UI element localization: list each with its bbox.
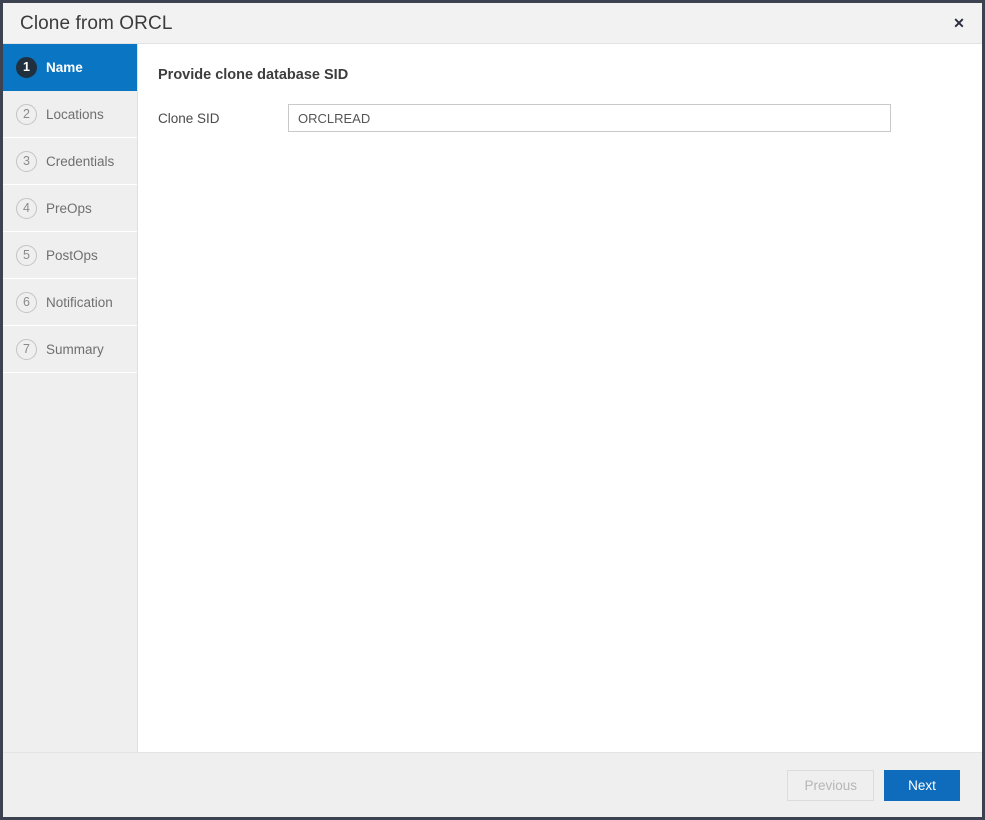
sidebar-step-postops[interactable]: 5 PostOps [3, 232, 137, 279]
sidebar-step-preops[interactable]: 4 PreOps [3, 185, 137, 232]
step-label: Locations [46, 106, 104, 122]
step-number-badge: 1 [16, 56, 37, 78]
step-number-badge: 5 [16, 244, 37, 266]
step-label: PostOps [46, 247, 98, 263]
sidebar-step-summary[interactable]: 7 Summary [3, 326, 137, 373]
sidebar-step-name[interactable]: 1 Name [3, 44, 137, 91]
sidebar-step-credentials[interactable]: 3 Credentials [3, 138, 137, 185]
clone-sid-label: Clone SID [158, 110, 220, 126]
wizard-content-panel: Provide clone database SID Clone SID [138, 44, 982, 752]
clone-sid-input[interactable] [288, 104, 891, 132]
dialog-titlebar: Clone from ORCL ✕ [3, 3, 982, 44]
previous-button[interactable]: Previous [787, 769, 874, 801]
dialog-title: Clone from ORCL [20, 12, 173, 34]
content-heading: Provide clone database SID [158, 67, 349, 83]
step-label: Notification [46, 294, 113, 310]
dialog-body: 1 Name 2 Locations 3 Credentials 4 PreOp… [3, 44, 982, 752]
step-number-badge: 6 [16, 291, 37, 313]
step-label: Summary [46, 341, 104, 357]
sidebar-filler [3, 373, 137, 752]
step-number-badge: 7 [16, 338, 37, 360]
step-number-badge: 4 [16, 197, 37, 219]
step-label: Credentials [46, 153, 115, 169]
sidebar-step-locations[interactable]: 2 Locations [3, 91, 137, 138]
dialog-footer: Previous Next [3, 752, 982, 817]
step-number-badge: 2 [16, 103, 37, 125]
clone-sid-row: Clone SID [138, 83, 982, 132]
next-button[interactable]: Next [884, 769, 960, 801]
step-number-badge: 3 [16, 150, 37, 172]
close-icon[interactable]: ✕ [936, 3, 982, 43]
clone-wizard-dialog: Clone from ORCL ✕ 1 Name 2 Locations 3 C… [0, 0, 985, 820]
sidebar-step-notification[interactable]: 6 Notification [3, 279, 137, 326]
step-label: Name [46, 59, 83, 75]
wizard-step-sidebar: 1 Name 2 Locations 3 Credentials 4 PreOp… [3, 44, 138, 752]
step-label: PreOps [46, 200, 92, 216]
